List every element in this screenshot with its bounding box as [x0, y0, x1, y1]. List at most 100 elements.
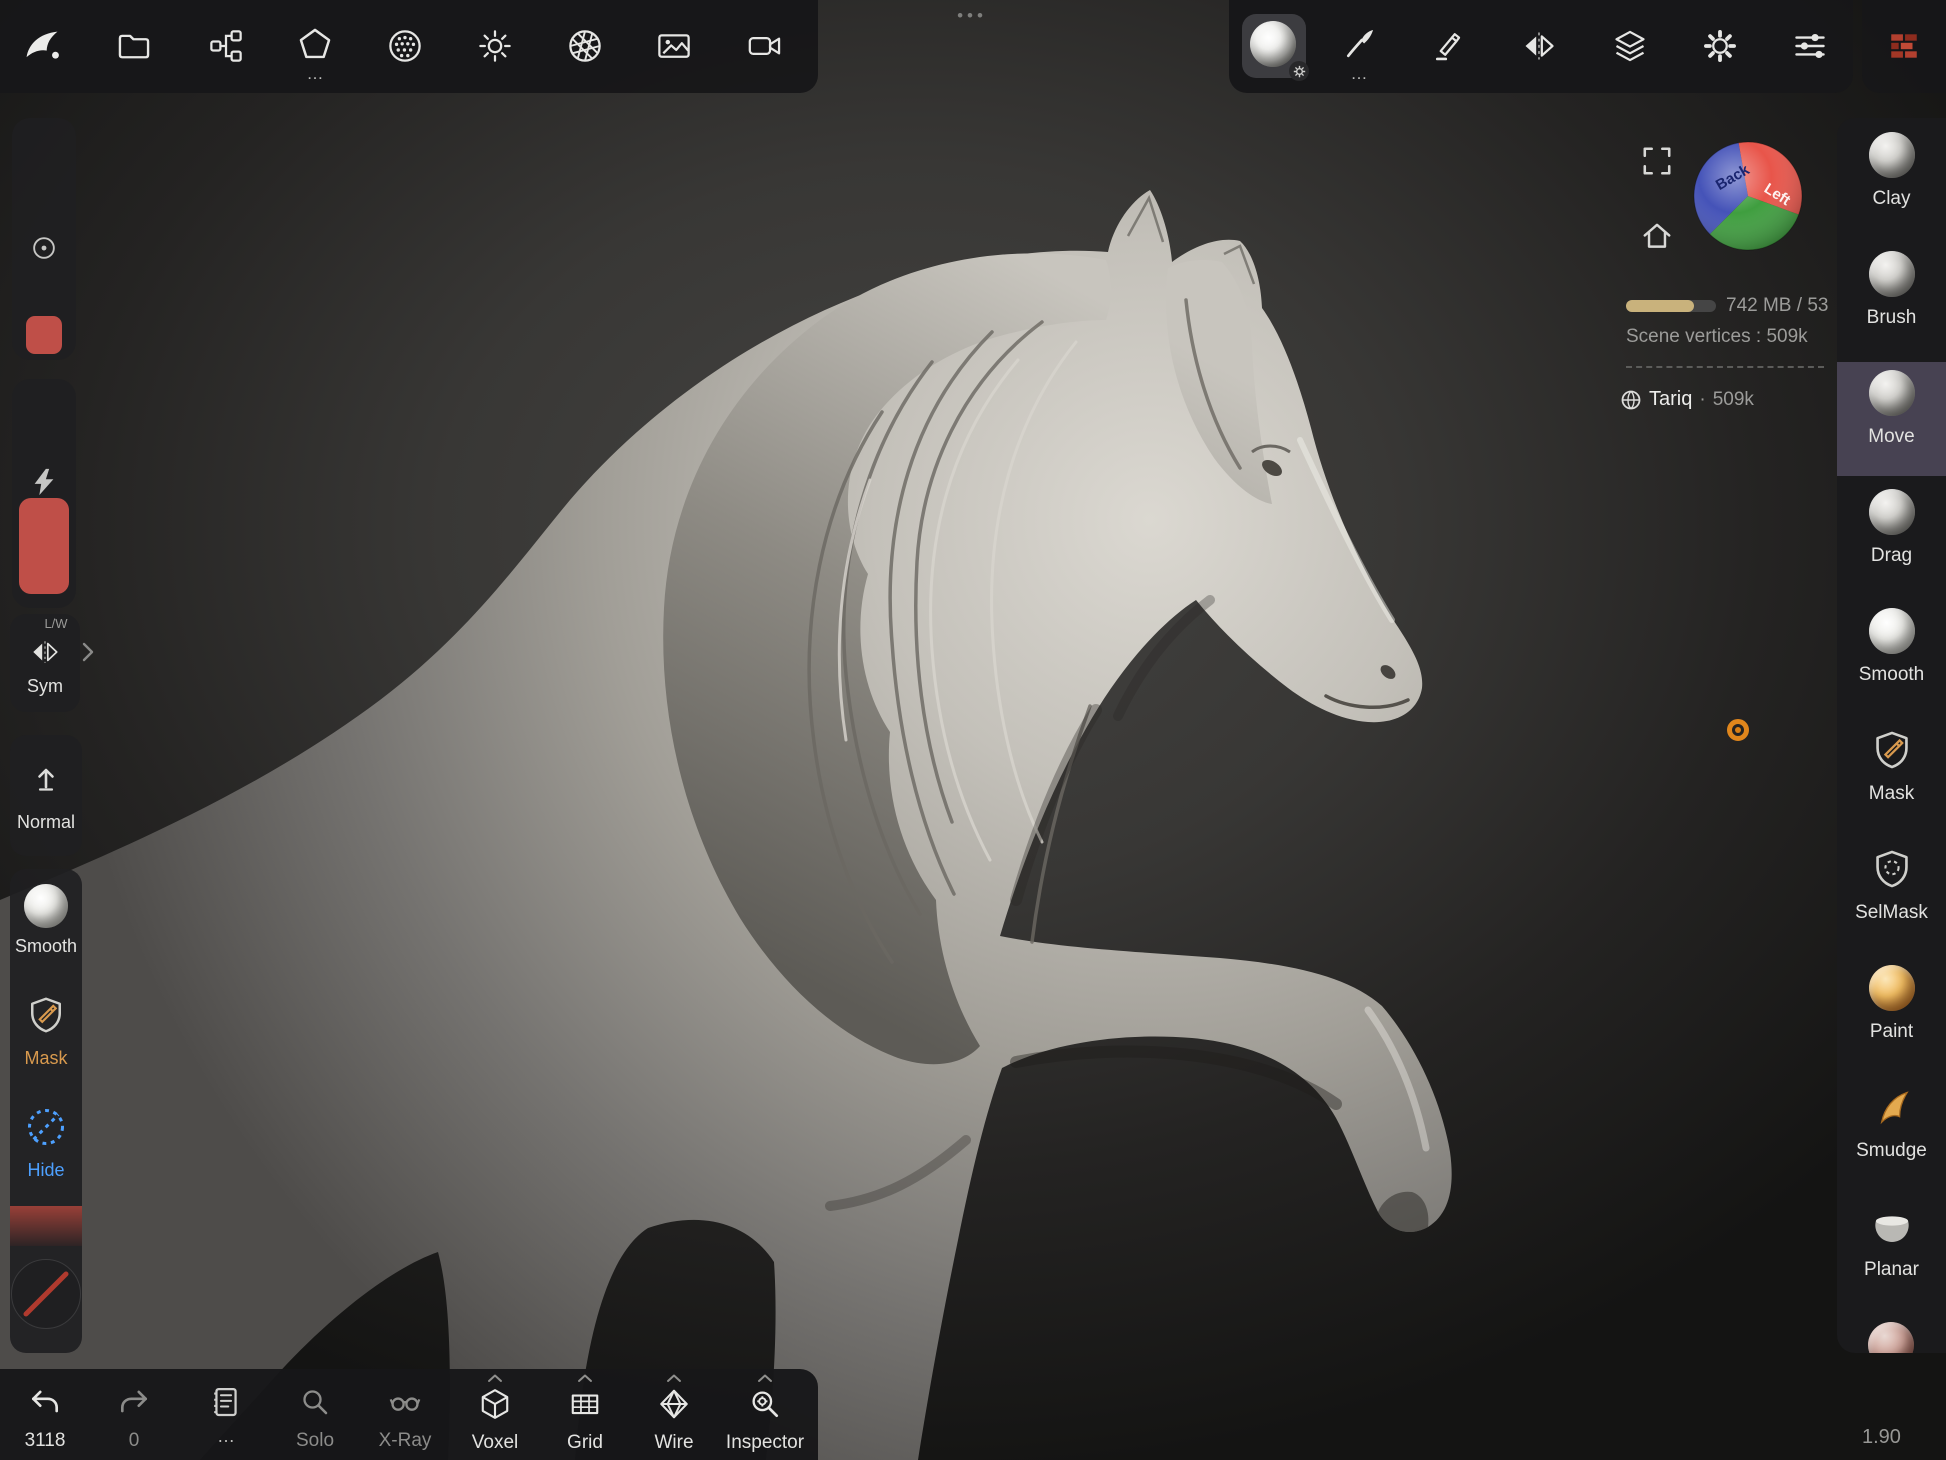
quick-smooth-button[interactable] [24, 884, 68, 928]
material-sphere-icon [1250, 21, 1296, 67]
selmask-shield-icon [1871, 848, 1913, 890]
rad</span>ius-icon [29, 233, 59, 263]
topology-sphere-icon[interactable] [387, 28, 423, 64]
quick-mask-button[interactable] [26, 995, 66, 1035]
scene-vertices-row: Scene vertices : 509k [1626, 326, 1808, 348]
background-image-icon[interactable] [656, 28, 692, 64]
falloff-curve-button[interactable] [11, 1259, 81, 1329]
undo-icon[interactable] [28, 1385, 62, 1419]
mesh-globe-icon [1620, 389, 1642, 411]
solo-label: Solo [296, 1430, 334, 1452]
nomad-logo-icon[interactable] [22, 25, 64, 67]
planar-flattop-icon [1869, 1203, 1915, 1249]
intensity-lightning-icon [29, 467, 59, 497]
tool-planar-label: Planar [1837, 1259, 1946, 1281]
symmetry-icon [30, 637, 60, 667]
grid-label: Grid [567, 1432, 603, 1454]
grid-button[interactable]: Grid [550, 1370, 620, 1458]
tools-overflow-dots[interactable]: … [307, 64, 324, 84]
tool-mask-label: Mask [1837, 783, 1946, 805]
quick-smooth-label: Smooth [15, 936, 77, 957]
solo-magnifier-icon [299, 1386, 331, 1418]
redo-icon[interactable] [117, 1385, 151, 1419]
clay-sphere-icon [1869, 132, 1915, 178]
mirror-symmetry-icon[interactable] [1521, 28, 1557, 64]
xray-label: X-Ray [379, 1430, 432, 1452]
fullscreen-icon[interactable] [1640, 144, 1674, 178]
tool-move[interactable]: Move [1837, 362, 1946, 476]
scene-vertices-label: Scene vertices : [1626, 326, 1761, 347]
nav-cube[interactable]: Back Left [1692, 140, 1804, 252]
normal-arrow-icon [30, 762, 62, 794]
object-separator: · [1699, 389, 1705, 411]
scene-graph-icon[interactable] [208, 28, 244, 64]
chevron-right-icon[interactable] [81, 641, 95, 663]
pages-overflow-dots: … [217, 1426, 235, 1447]
inspector-button[interactable]: Inspector [722, 1370, 808, 1458]
inspector-magnifier-icon [748, 1387, 782, 1421]
solo-button[interactable]: Solo [285, 1380, 345, 1456]
radius-slider-fill [26, 316, 62, 354]
stamp-icon[interactable] [1430, 28, 1466, 64]
tool-brush-label: Brush [1837, 307, 1946, 329]
tool-smudge-label: Smudge [1837, 1140, 1946, 1162]
tool-clay[interactable]: Clay [1837, 124, 1946, 238]
camera-video-icon[interactable] [747, 28, 783, 64]
top-menu-dots[interactable]: ••• [957, 6, 987, 26]
stroke-mode-button[interactable] [10, 735, 82, 856]
quick-hide-button[interactable] [24, 1105, 68, 1149]
radius-slider[interactable] [12, 118, 76, 360]
layers-icon[interactable] [1612, 28, 1648, 64]
postprocess-aperture-icon[interactable] [567, 28, 603, 64]
tool-paint-label: Paint [1837, 1021, 1946, 1043]
tool-selmask[interactable]: SelMask [1837, 838, 1946, 952]
material-chip[interactable] [1242, 14, 1306, 78]
home-view-icon[interactable] [1640, 219, 1674, 253]
brush-overflow-dots[interactable]: … [1351, 64, 1368, 84]
quick-hide-label: Hide [27, 1160, 64, 1181]
tool-selmask-label: SelMask [1837, 902, 1946, 924]
sliders-tune-icon[interactable] [1792, 28, 1828, 64]
material-gear-badge-icon [1289, 61, 1309, 81]
tool-move-label: Move [1837, 426, 1946, 448]
wire-button[interactable]: Wire [639, 1370, 709, 1458]
paint-brush-icon[interactable] [1341, 26, 1377, 62]
paint-sphere-icon [1869, 965, 1915, 1011]
memory-progress-fill [1626, 300, 1694, 312]
zoom-level: 1.90 [1862, 1426, 1901, 1449]
tool-paint[interactable]: Paint [1837, 957, 1946, 1071]
tool-smudge[interactable]: Smudge [1837, 1076, 1946, 1190]
drag-sphere-icon [1869, 489, 1915, 535]
mask-shield-icon [1871, 729, 1913, 771]
scrolled-tool-red-strip [10, 1206, 82, 1246]
tool-mask[interactable]: Mask [1837, 719, 1946, 833]
tool-partial[interactable] [1868, 1322, 1914, 1353]
xray-glasses-icon [388, 1385, 422, 1419]
voxel-cube-icon [478, 1387, 512, 1421]
tools-shape-icon[interactable] [297, 26, 333, 62]
quick-mask-label: Mask [24, 1048, 67, 1069]
normal-label: Normal [17, 812, 75, 833]
voxel-label: Voxel [472, 1432, 518, 1454]
tool-planar[interactable]: Planar [1837, 1195, 1946, 1309]
brush-cursor-dot [1727, 719, 1749, 741]
voxel-button[interactable]: Voxel [460, 1370, 530, 1458]
settings-gear-icon[interactable] [1702, 28, 1738, 64]
memory-text: 742 MB / 53 [1726, 295, 1828, 317]
intensity-slider[interactable] [12, 379, 76, 608]
tool-palette: Clay Brush Move Drag Smooth Mask [1837, 118, 1946, 1353]
tool-smooth[interactable]: Smooth [1837, 600, 1946, 714]
bricks-icon[interactable] [1887, 29, 1921, 63]
files-folder-icon[interactable] [116, 28, 152, 64]
scene-object-row[interactable]: Tariq · 509k [1620, 388, 1754, 411]
intensity-slider-fill [19, 498, 69, 594]
xray-button[interactable]: X-Ray [370, 1380, 440, 1456]
tool-brush[interactable]: Brush [1837, 243, 1946, 357]
scene-vertices-value: 509k [1766, 326, 1807, 347]
history-pages-icon[interactable] [208, 1384, 244, 1420]
tool-drag[interactable]: Drag [1837, 481, 1946, 595]
partial-sphere-icon [1868, 1322, 1914, 1353]
lighting-sun-icon[interactable] [477, 28, 513, 64]
tool-clay-label: Clay [1837, 188, 1946, 210]
caret-up-icon [665, 1373, 683, 1383]
